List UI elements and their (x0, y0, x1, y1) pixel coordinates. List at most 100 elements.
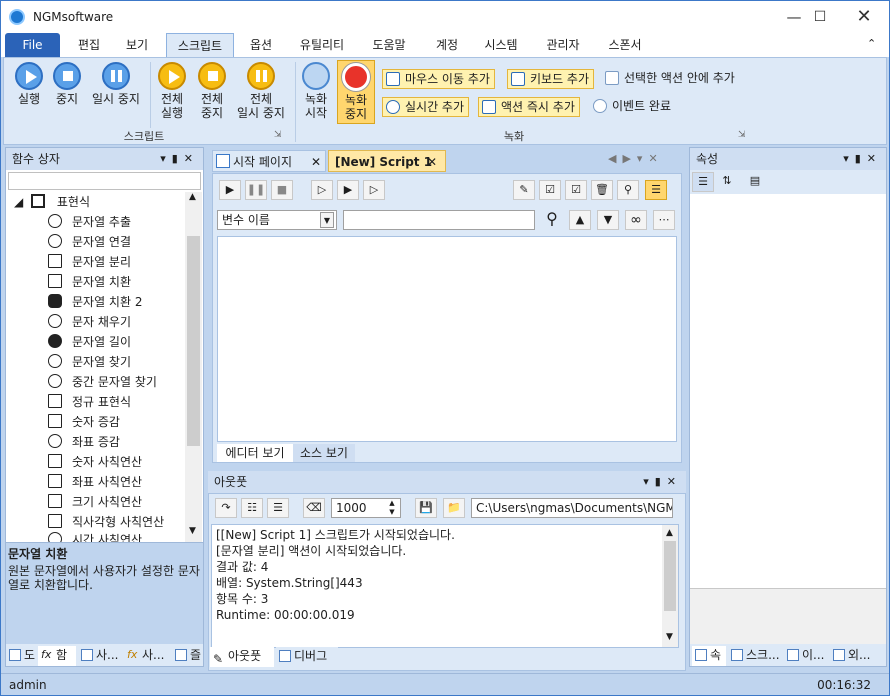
tab-debug[interactable]: 디버그 (276, 647, 338, 667)
folder-icon[interactable]: 📁 (443, 498, 465, 518)
list-item[interactable]: 문자열 치환 2 (48, 292, 142, 312)
tab-start-page[interactable]: 시작 페이지 ✕ (212, 150, 326, 172)
add-keyboard-button[interactable]: 키보드 추가 (507, 69, 595, 89)
event-complete-button[interactable]: 이벤트 완료 (590, 97, 675, 117)
search-icon[interactable]: ⚲ (617, 180, 639, 200)
pause-script-button[interactable]: ❚❚ (245, 180, 267, 200)
list-item[interactable]: 크기 사칙연산 (48, 492, 142, 512)
search-icon[interactable]: ⚲ (541, 210, 563, 230)
move-up-button[interactable]: ▲ (569, 210, 591, 230)
menu-script[interactable]: 스크립트 (166, 33, 234, 57)
list-item[interactable]: 좌표 사칙연산 (48, 472, 142, 492)
add-realtime-button[interactable]: 실시간 추가 (382, 97, 470, 117)
stop-all-button[interactable]: 전체 중지 (194, 62, 230, 120)
tab-nav-controls[interactable]: ◀▶▾✕ (608, 152, 664, 165)
auto-scroll-icon[interactable]: ↷ (215, 498, 237, 518)
output-path-input[interactable]: C:\Users\ngmas\Documents\NGM6\ (471, 498, 673, 518)
list-item[interactable]: 중간 문자열 찾기 (48, 372, 157, 392)
tree-view-icon[interactable]: ☰ (645, 180, 667, 200)
list-icon[interactable]: ☰ (267, 498, 289, 518)
tab-functions[interactable]: fx 함 (38, 646, 76, 666)
record-start-button[interactable]: 녹화 시작 (300, 62, 332, 120)
check-icon[interactable]: ☑ (565, 180, 587, 200)
add-action-now-button[interactable]: 액션 즉시 추가 (478, 97, 580, 117)
menu-system[interactable]: 시스템 (475, 33, 527, 57)
check-all-icon[interactable]: ☑ (539, 180, 561, 200)
panel-controls[interactable]: ▾▮✕ (643, 471, 682, 493)
close-window-button[interactable]: ✕ (841, 1, 887, 33)
filter-icon[interactable]: ☷ (241, 498, 263, 518)
menu-file[interactable]: File (5, 33, 60, 57)
add-into-selected-action-button[interactable]: 선택한 액션 안에 추가 (602, 69, 739, 89)
tab-source-view[interactable]: 소스 보기 (293, 444, 355, 462)
run-from-here-button[interactable]: ▶ (337, 180, 359, 200)
infinity-icon[interactable]: ∞ (625, 210, 647, 230)
menu-admin[interactable]: 관리자 (537, 33, 589, 57)
menu-options[interactable]: 옵션 (239, 33, 283, 57)
run-script-button[interactable]: ▶ (219, 180, 241, 200)
list-item[interactable]: 숫자 증감 (48, 412, 120, 432)
tab-script[interactable]: 스크... (728, 646, 782, 666)
more-options-icon[interactable]: ⋯ (653, 210, 675, 230)
menu-help[interactable]: 도움말 (363, 33, 415, 57)
tab-image[interactable]: 이... (784, 646, 828, 666)
tab-favorites[interactable]: 즐 (172, 646, 203, 666)
menu-view[interactable]: 보기 (115, 33, 159, 57)
eraser-icon[interactable]: ⌫ (303, 498, 325, 518)
dialog-launcher-icon[interactable]: ⇲ (738, 130, 746, 140)
tree-root[interactable]: ◢ 표현식 (14, 192, 90, 212)
panel-controls[interactable]: ▾▮✕ (160, 148, 199, 170)
step-run-button[interactable]: ▷ (311, 180, 333, 200)
run-selected-button[interactable]: ▷ (363, 180, 385, 200)
variable-search-input[interactable] (343, 210, 535, 230)
list-item[interactable]: 문자열 길이 (48, 332, 131, 352)
sort-alpha-icon[interactable]: ⇅ (716, 172, 738, 192)
output-size-stepper[interactable]: 1000 ▲ ▼ (331, 498, 401, 518)
function-list-scrollbar[interactable]: ▲ ▼ (185, 192, 202, 542)
stop-button[interactable]: 중지 (48, 62, 86, 106)
run-button[interactable]: 실행 (10, 62, 48, 106)
menu-account[interactable]: 계정 (425, 33, 469, 57)
tab-user[interactable]: 사... (78, 646, 122, 666)
tab-properties[interactable]: 속 (692, 646, 726, 666)
list-item[interactable]: 문자열 분리 (48, 252, 131, 272)
list-item[interactable]: 문자열 연결 (48, 232, 131, 252)
list-item[interactable]: 좌표 증감 (48, 432, 120, 452)
delete-icon[interactable]: 🗑 (591, 180, 613, 200)
tab-toolbox[interactable]: 도 (6, 646, 38, 666)
categorized-icon[interactable]: ☰ (692, 172, 714, 192)
scroll-thumb[interactable] (187, 236, 200, 446)
stepper-arrows-icon[interactable]: ▲ ▼ (385, 499, 399, 517)
maximize-button[interactable]: ☐ (797, 1, 843, 33)
tab-user-functions[interactable]: fx 사... (124, 646, 170, 666)
add-mouse-move-button[interactable]: 마우스 이동 추가 (382, 69, 495, 89)
edit-icon[interactable]: ✎ (513, 180, 535, 200)
scroll-up-icon[interactable]: ▲ (189, 192, 196, 202)
pause-all-button[interactable]: 전체 일시 중지 (232, 62, 290, 120)
list-item[interactable]: 문자 채우기 (48, 312, 131, 332)
function-search-input[interactable] (8, 172, 201, 190)
dialog-launcher-icon[interactable]: ⇲ (274, 130, 282, 140)
chevron-down-icon[interactable]: ▼ (320, 212, 334, 228)
run-all-button[interactable]: 전체 실행 (154, 62, 190, 120)
list-item[interactable]: 문자열 찾기 (48, 352, 131, 372)
panel-controls[interactable]: ▾▮✕ (843, 148, 882, 170)
close-tab-icon[interactable]: ✕ (311, 151, 321, 173)
move-down-button[interactable]: ▼ (597, 210, 619, 230)
tab-script-1[interactable]: [New] Script 1 ✕ (328, 150, 446, 172)
list-item[interactable]: 문자열 치환 (48, 272, 131, 292)
close-tab-icon[interactable]: ✕ (427, 151, 437, 173)
list-item[interactable]: 문자열 추출 (48, 212, 131, 232)
menu-utility[interactable]: 유틸리티 (291, 33, 353, 57)
scroll-up-icon[interactable]: ▲ (666, 525, 673, 541)
menu-edit[interactable]: 편집 (67, 33, 111, 57)
tab-editor-view[interactable]: 에디터 보기 (217, 444, 293, 462)
variable-select[interactable]: 변수 이름 ▼ (217, 210, 337, 230)
scroll-down-icon[interactable]: ▼ (189, 526, 196, 536)
stop-script-button[interactable]: ■ (271, 180, 293, 200)
output-scrollbar[interactable]: ▲ ▼ (662, 525, 678, 647)
property-pages-icon[interactable]: ▤ (744, 172, 766, 192)
expand-icon[interactable]: ◢ (14, 195, 23, 209)
tab-output[interactable]: ✎ 아웃풋 (210, 647, 274, 667)
menu-sponsor[interactable]: 스폰서 (599, 33, 651, 57)
